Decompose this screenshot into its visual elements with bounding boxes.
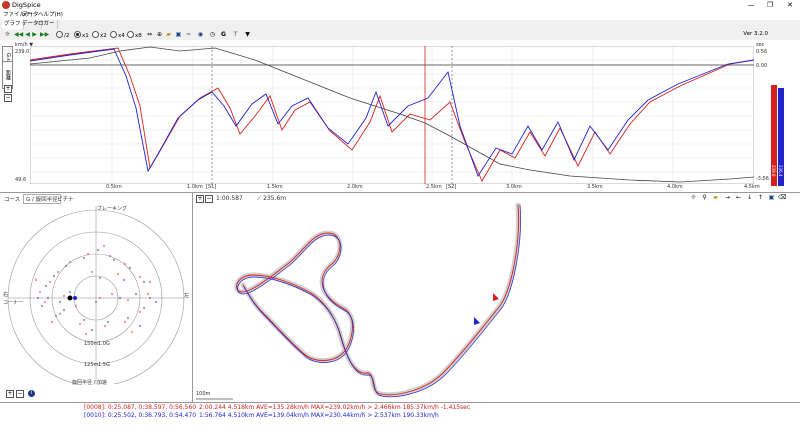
lap-blue-sectors: [0010]: 0:25.502, 0:36.793, 0:54.470 [84, 412, 197, 419]
map-zoom-out-button[interactable]: − [205, 195, 213, 203]
x-tick-4: 2.5km [426, 184, 442, 190]
x-tick-5: 3.0km [506, 184, 522, 190]
g-label-r1: 150m [84, 341, 99, 347]
expand-horizontal-icon[interactable]: ⇔ [146, 31, 153, 38]
speed-graph-panel: Gトレ 距離 + − km/h ▼ 239.0 49.6 sec 0.56 0.… [0, 40, 800, 193]
info-icon[interactable]: i [28, 390, 35, 397]
g-label-r2: 125m [84, 362, 99, 368]
play-icon[interactable]: ▶ [31, 31, 38, 38]
speed-radio-x8[interactable]: x8 [127, 31, 142, 40]
window-title: DigSpice [12, 1, 41, 9]
y-min-label: 49.6 [15, 177, 27, 183]
speed-bar-red-label: 239.0 [771, 165, 776, 177]
g-label-corner: コーナー [3, 300, 24, 306]
x-tick-0: 0.5km [106, 184, 122, 190]
g-label-radius-accel: 旋回半径 / 加速 [72, 380, 107, 386]
globe-icon[interactable]: ◉ [197, 31, 204, 38]
g-label-braking: ブレーキング [97, 206, 127, 212]
minimize-icon[interactable]: — [745, 0, 757, 11]
g-label-g2: 1.5G [98, 362, 110, 368]
chart-icon[interactable]: ≈ [185, 31, 192, 38]
x-tick-8: 4.5km [744, 184, 760, 190]
lap-time-readout: 1:00.587 [216, 195, 243, 202]
arrow-left-icon[interactable]: ← [735, 194, 742, 201]
arrow-right-icon[interactable]: → [724, 194, 731, 201]
right-max-label: 0.56 [756, 49, 768, 55]
eraser-icon[interactable]: ⌫ [778, 194, 786, 201]
right-mid-label: 0.00 [756, 63, 768, 69]
save-icon[interactable]: ▣ [175, 31, 182, 38]
map-save-icon[interactable]: ▣ [768, 194, 775, 201]
g-icon[interactable]: G [220, 31, 227, 38]
speed-radio-x1[interactable]: x1 [74, 31, 89, 40]
zoom-in-button[interactable]: + [4, 85, 12, 93]
y-max-label: 239.0 [15, 49, 30, 55]
zoom-in-icon[interactable]: ⊕ [156, 31, 163, 38]
lap-status-panel: [0008]: 0:25.087, 0:38.597, 0:56.560 2:0… [0, 402, 800, 435]
speed-radio-half[interactable]: /2 [56, 31, 69, 40]
arrow-down-icon[interactable]: ↓ [746, 194, 753, 201]
settings-icon[interactable]: ☼ [4, 31, 11, 38]
tab-logger[interactable]: ロガー [36, 20, 58, 29]
lap-red-sectors: [0008]: 0:25.087, 0:38.597, 0:56.560 [84, 404, 197, 411]
version-label: Ver 3.2.0 [743, 31, 768, 37]
map-settings-icon[interactable]: ☼ [690, 194, 697, 201]
clock-icon[interactable]: ◷ [209, 31, 216, 38]
arrow-up-icon[interactable]: ↑ [757, 194, 764, 201]
x-tick-3: 2.0km [347, 184, 363, 190]
g-zoom-out-button[interactable]: − [16, 390, 24, 398]
x-tick-1: 1.0km [187, 184, 203, 190]
speed-graph[interactable] [30, 46, 754, 184]
lap-blue-summary: 1:56.764 4.510km AVE=139.04km/h MAX=230.… [199, 412, 439, 419]
close-icon[interactable]: ✕ [784, 0, 796, 11]
x-tick-6: 3.5km [587, 184, 603, 190]
map-scale-label: 100m [196, 391, 211, 397]
g-circle-panel: コース G / 旋回半径 ピチナ ブレーキング 右 コーナー 左 旋回半径 / … [0, 193, 193, 402]
speed-bar-blue-label: 236.4 [778, 165, 783, 177]
x-tick-s2: [S2] [446, 184, 457, 190]
menu-data[interactable]: データ [22, 11, 39, 20]
g-zoom-in-button[interactable]: + [6, 390, 14, 398]
x-tick-7: 4.0km [667, 184, 683, 190]
title-bar: DigSpice — ❐ ✕ [0, 0, 800, 11]
g-label-right: 右 [3, 292, 9, 298]
open-folder-icon[interactable]: ▰ [165, 31, 172, 38]
prev-icon[interactable]: ◀ [24, 31, 31, 38]
map-zoom-in-button[interactable]: + [196, 195, 204, 203]
lap-red-summary: 2:00.244 4.518km AVE=135.28km/h MAX=239.… [199, 404, 471, 411]
g-label-g1: 1.0G [98, 341, 110, 347]
fast-forward-icon[interactable]: ▶▶ [40, 31, 49, 38]
speed-radio-x4[interactable]: x4 [110, 31, 125, 40]
right-min-label: -3.56 [756, 176, 769, 182]
track-map[interactable] [193, 203, 800, 402]
map-folder-icon[interactable]: ▰ [712, 194, 719, 201]
g-circle-plot[interactable] [0, 202, 192, 384]
view-tabs: グラフ データ ロガー [0, 20, 800, 29]
maximize-icon[interactable]: ❐ [764, 0, 776, 11]
track-map-panel: + − 1:00.587 ⟋ 235.6m ☼ ⚲ ▰ → ← ↓ ↑ ▣ ⌫ … [193, 193, 800, 402]
dropdown-icon[interactable]: ▼ [244, 31, 251, 38]
g-label-left: 左 [184, 293, 190, 299]
menu-bar: ファイル(F) データ ヘルプ(H) [0, 11, 800, 20]
x-tick-2: 1.5km [267, 184, 283, 190]
rewind-icon[interactable]: ◀◀ [14, 31, 23, 38]
right-unit-label: sec [756, 42, 765, 48]
tool-icon[interactable]: ⊤ [232, 31, 239, 38]
menu-help[interactable]: ヘルプ(H) [38, 11, 63, 20]
speed-radio-x2[interactable]: x2 [92, 31, 107, 40]
measure-icon: ⟋ [257, 195, 262, 202]
map-search-icon[interactable]: ⚲ [701, 194, 708, 201]
distance-readout: ⟋ 235.6m [257, 195, 287, 202]
zoom-out-button[interactable]: − [4, 94, 12, 102]
app-icon [2, 1, 10, 9]
x-tick-s1: [S1] [206, 184, 217, 190]
